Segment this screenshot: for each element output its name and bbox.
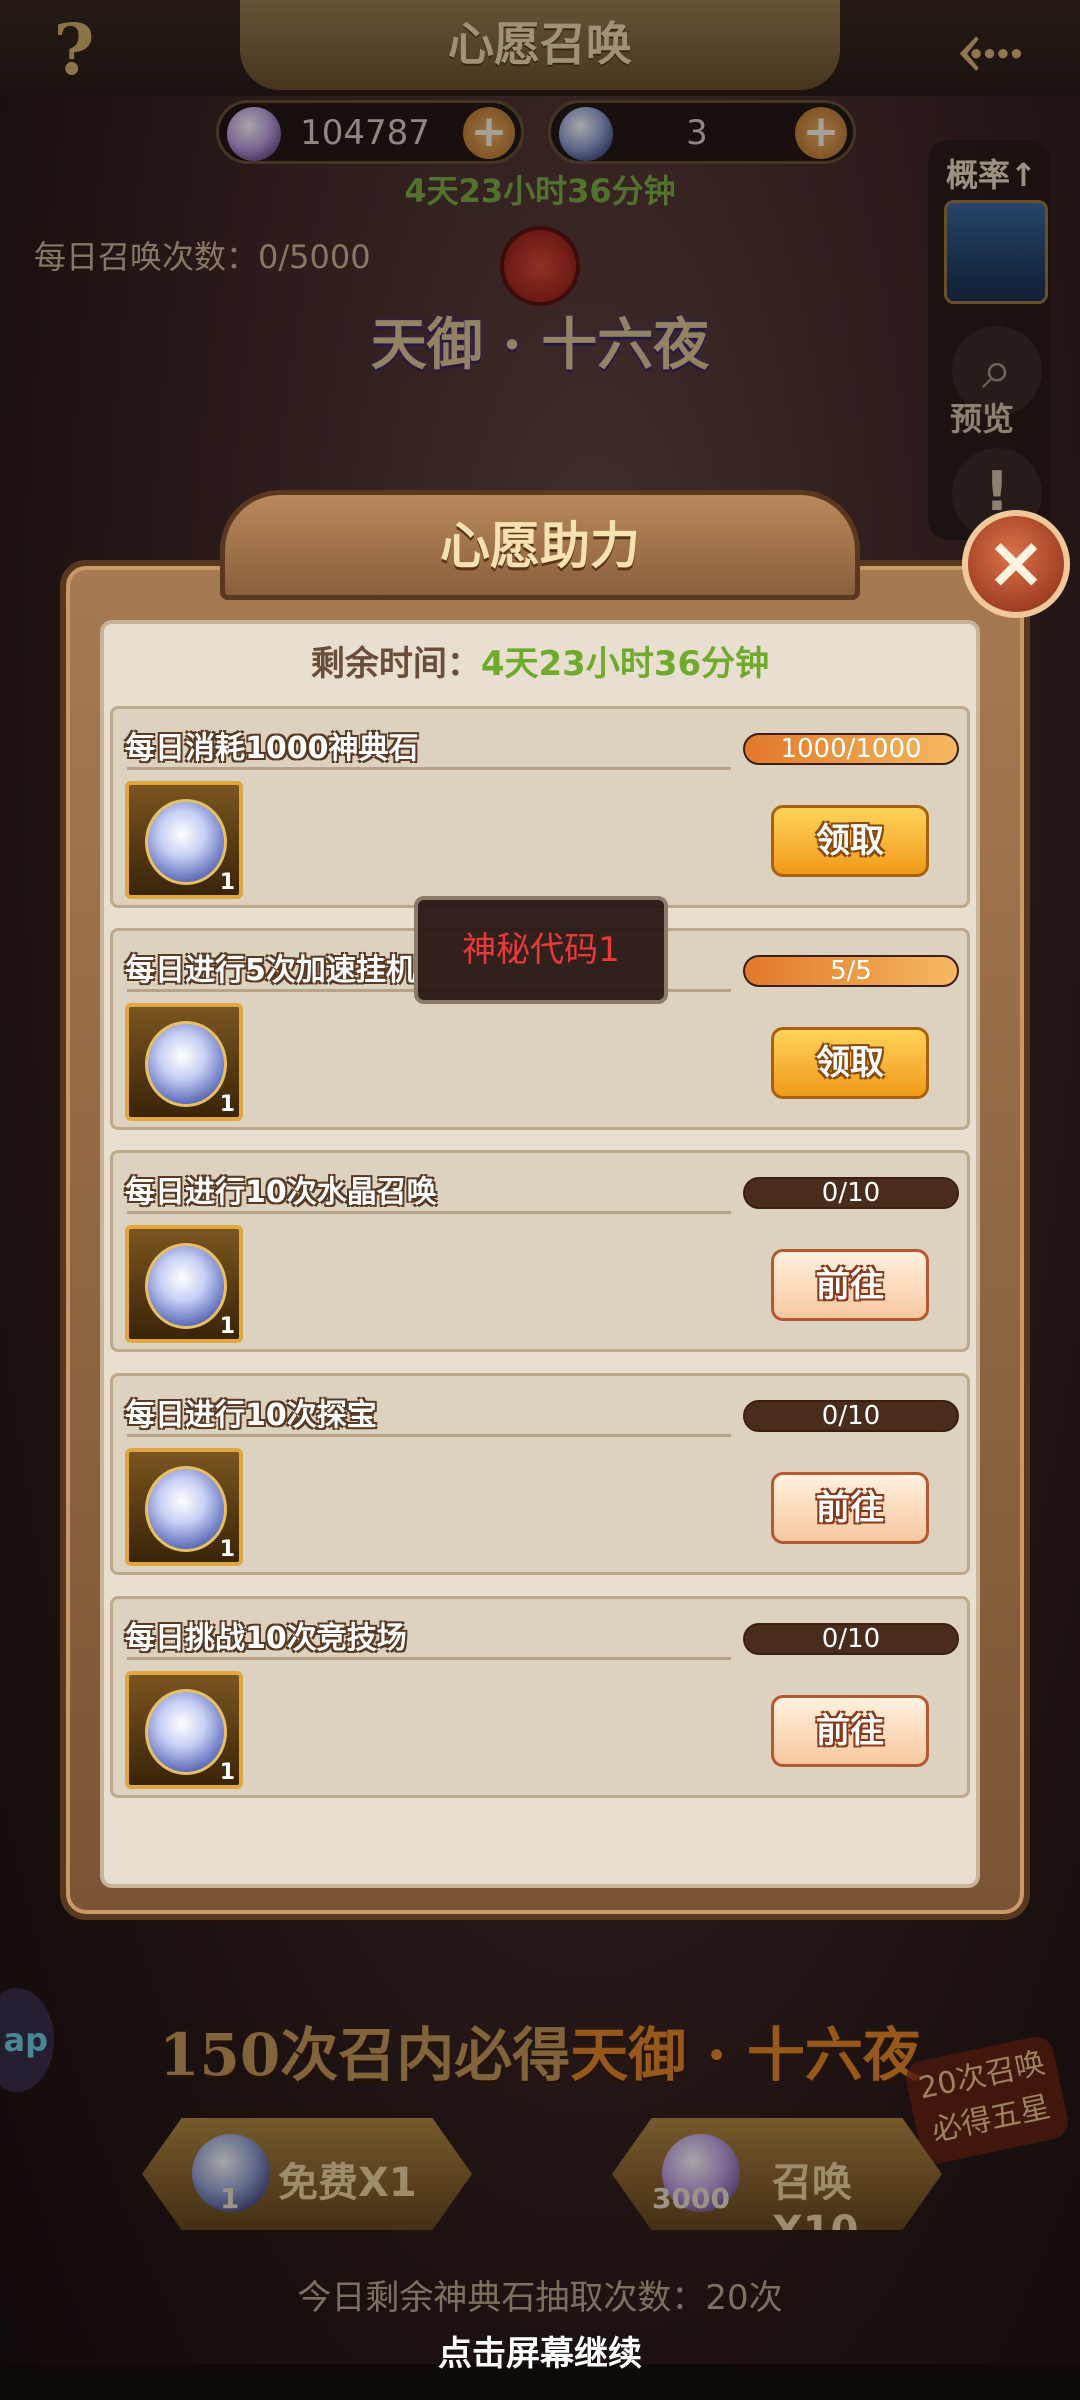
task-progress-bar: 0/10 xyxy=(743,1400,959,1432)
task-name: 每日消耗1000神典石 xyxy=(125,731,419,766)
task-progress-bar: 1000/1000 xyxy=(743,733,959,765)
task-row: 每日消耗1000神典石 1000/1000 1 领取 xyxy=(110,706,970,908)
crystal-orb-icon xyxy=(145,1689,227,1775)
reward-item[interactable]: 1 xyxy=(125,1225,243,1343)
reward-qty: 1 xyxy=(219,1537,235,1562)
remaining-time: 剩余时间：4天23小时36分钟 xyxy=(100,636,980,685)
task-divider xyxy=(127,767,731,770)
reward-qty: 1 xyxy=(219,1760,235,1785)
go-button[interactable]: 前往 xyxy=(771,1249,929,1321)
claim-button[interactable]: 领取 xyxy=(771,805,929,877)
reward-qty: 1 xyxy=(219,870,235,895)
reward-item[interactable]: 1 xyxy=(125,1671,243,1789)
task-progress-bar: 0/10 xyxy=(743,1623,959,1655)
reward-qty: 1 xyxy=(219,1092,235,1117)
reward-item[interactable]: 1 xyxy=(125,1448,243,1566)
task-name: 每日进行10次水晶召唤 xyxy=(125,1175,437,1210)
reward-qty: 1 xyxy=(219,1314,235,1339)
task-progress-text: 1000/1000 xyxy=(780,734,922,764)
task-row: 每日挑战10次竞技场 0/10 1 前往 xyxy=(110,1596,970,1798)
go-button[interactable]: 前往 xyxy=(771,1472,929,1544)
crystal-orb-icon xyxy=(145,1021,227,1107)
task-row: 每日进行10次探宝 0/10 1 前往 xyxy=(110,1373,970,1575)
task-divider xyxy=(127,1434,731,1437)
task-progress-bar: 5/5 xyxy=(743,955,959,987)
reward-item[interactable]: 1 xyxy=(125,1003,243,1121)
task-name: 每日进行5次加速挂机 xyxy=(125,953,416,988)
claim-button[interactable]: 领取 xyxy=(771,1027,929,1099)
crystal-orb-icon xyxy=(145,1466,227,1552)
crystal-orb-icon xyxy=(145,799,227,885)
task-divider xyxy=(127,1657,731,1660)
task-name: 每日进行10次探宝 xyxy=(125,1398,377,1433)
remaining-time-label: 剩余时间： xyxy=(310,644,481,684)
tap-to-continue[interactable]: 点击屏幕继续 xyxy=(0,2326,1080,2375)
task-progress-bar: 0/10 xyxy=(743,1177,959,1209)
task-progress-text: 0/10 xyxy=(821,1178,881,1208)
task-progress-text: 5/5 xyxy=(830,956,872,986)
modal-title: 心愿助力 xyxy=(440,516,640,575)
task-name: 每日挑战10次竞技场 xyxy=(125,1621,407,1656)
go-button[interactable]: 前往 xyxy=(771,1695,929,1767)
crystal-orb-icon xyxy=(145,1243,227,1329)
close-icon[interactable]: × xyxy=(962,510,1070,618)
reward-item[interactable]: 1 xyxy=(125,781,243,899)
task-progress-text: 0/10 xyxy=(821,1624,881,1654)
task-divider xyxy=(127,1211,731,1214)
remaining-time-value: 4天23小时36分钟 xyxy=(480,644,770,684)
task-row: 每日进行10次水晶召唤 0/10 1 前往 xyxy=(110,1150,970,1352)
task-progress-text: 0/10 xyxy=(821,1401,881,1431)
toast-message: 神秘代码1 xyxy=(414,896,668,1004)
